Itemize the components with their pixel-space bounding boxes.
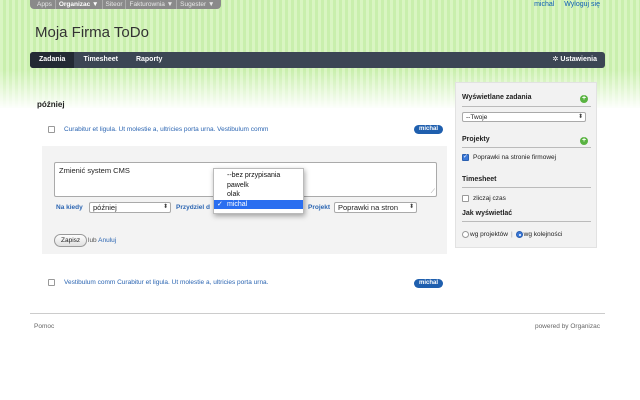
assign-option-selected[interactable]: ✓ michal	[214, 199, 303, 209]
task-text[interactable]: Vestibulum comm Curabitur et ligula. Ut …	[64, 279, 268, 286]
tasks-filter-heading: Wyświetlane zadania	[462, 94, 532, 101]
footer-divider	[30, 313, 605, 314]
tab-zadania[interactable]: Zadania	[30, 52, 75, 68]
cancel-wrapper: lub Anuluj	[88, 237, 116, 244]
when-select-value: później	[93, 203, 117, 212]
separator: |	[510, 231, 513, 238]
topbar-organizac[interactable]: Organizac ▼	[56, 0, 103, 9]
tab-timesheet[interactable]: Timesheet	[74, 52, 127, 68]
settings-label: Ustawienia	[560, 56, 597, 63]
user-links: michal Wyloguj się	[526, 0, 600, 9]
topbar-siteor[interactable]: Siteor	[103, 0, 127, 9]
select-arrows-icon: ⬍	[408, 204, 414, 210]
assign-label: Przydziel d	[176, 204, 210, 211]
when-select[interactable]: później ⬍	[89, 202, 171, 213]
timesheet-heading: Timesheet	[462, 176, 497, 183]
divider	[462, 147, 591, 148]
cancel-link[interactable]: Anuluj	[98, 237, 116, 244]
add-filter-icon[interactable]: +	[580, 95, 588, 103]
tasks-filter-value: --Twoje	[466, 114, 488, 121]
divider	[462, 221, 591, 222]
logout-link[interactable]: Wyloguj się	[564, 1, 600, 8]
timesheet-item[interactable]: zliczaj czas	[462, 195, 506, 202]
assign-option[interactable]: olak	[214, 190, 303, 200]
assign-option[interactable]: --bez przypisania	[214, 171, 303, 181]
resize-handle-icon[interactable]: ⟋	[431, 189, 435, 195]
project-name: Poprawki na stronie firmowej	[473, 154, 557, 161]
settings-link[interactable]: ✲ Ustawienia	[553, 52, 597, 68]
topbar-apps[interactable]: Apps	[34, 0, 56, 9]
help-link[interactable]: Pomoc	[34, 323, 54, 330]
project-label: Projekt	[308, 204, 331, 211]
task-row: Curabitur et ligula. Ut molestie a, ultr…	[48, 123, 443, 135]
checkmark-icon: ✓	[217, 200, 223, 208]
save-button[interactable]: Zapisz	[54, 234, 88, 247]
assign-option[interactable]: pawelk	[214, 181, 303, 191]
assign-option-label: michal	[227, 200, 248, 208]
projects-heading: Projekty	[462, 136, 490, 143]
task-text[interactable]: Curabitur et ligula. Ut molestie a, ultr…	[64, 126, 268, 133]
radio-by-order-label: wg kolejności	[523, 231, 563, 238]
assignee-badge: michal	[413, 125, 443, 134]
top-app-bar: Apps Organizac ▼ Siteor Fakturownia ▼ Su…	[30, 0, 222, 9]
section-title: później	[37, 100, 65, 109]
powered-by: powered by Organizac	[534, 323, 600, 330]
topbar-fakturownia[interactable]: Fakturownia ▼	[126, 0, 178, 9]
timesheet-checkbox[interactable]	[462, 195, 469, 202]
when-label: Na kiedy	[56, 204, 83, 211]
task-checkbox[interactable]	[48, 125, 55, 133]
gear-icon: ✲	[552, 56, 559, 63]
timesheet-label: zliczaj czas	[473, 195, 506, 202]
task-text-value: Zmienić system CMS	[59, 166, 130, 175]
main-nav: Zadania Timesheet Raporty ✲ Ustawienia	[30, 52, 605, 68]
or-text: lub	[88, 237, 97, 244]
project-checkbox[interactable]	[462, 153, 469, 161]
project-select-value: Poprawki na stron	[338, 203, 399, 212]
radio-by-project-label: wg projektów	[470, 231, 508, 238]
radio-by-project[interactable]	[462, 231, 469, 238]
display-options: wg projektów | wg kolejności	[462, 231, 562, 238]
select-arrows-icon: ⬍	[577, 114, 583, 120]
add-project-icon[interactable]: +	[580, 137, 588, 145]
tasks-filter-select[interactable]: --Twoje ⬍	[462, 112, 586, 122]
topbar-sugester[interactable]: Sugester ▼	[177, 0, 217, 9]
project-select[interactable]: Poprawki na stron ⬍	[334, 202, 417, 213]
assign-dropdown: --bez przypisania pawelk olak ✓ michal	[213, 168, 304, 214]
sidebar: Wyświetlane zadania + --Twoje ⬍ Projekty…	[455, 82, 597, 248]
assignee-badge: michal	[413, 279, 443, 288]
app-title: Moja Firma ToDo	[35, 24, 149, 41]
tab-raporty[interactable]: Raporty	[127, 52, 171, 68]
display-heading: Jak wyświetlać	[462, 210, 513, 217]
task-checkbox[interactable]	[48, 278, 55, 286]
project-filter-item[interactable]: Poprawki na stronie firmowej	[462, 153, 557, 161]
radio-by-order[interactable]	[515, 231, 523, 238]
task-row: Vestibulum comm Curabitur et ligula. Ut …	[48, 276, 443, 288]
user-link[interactable]: michal	[534, 1, 554, 8]
divider	[462, 106, 591, 107]
select-arrows-icon: ⬍	[162, 204, 168, 210]
divider	[462, 187, 591, 188]
